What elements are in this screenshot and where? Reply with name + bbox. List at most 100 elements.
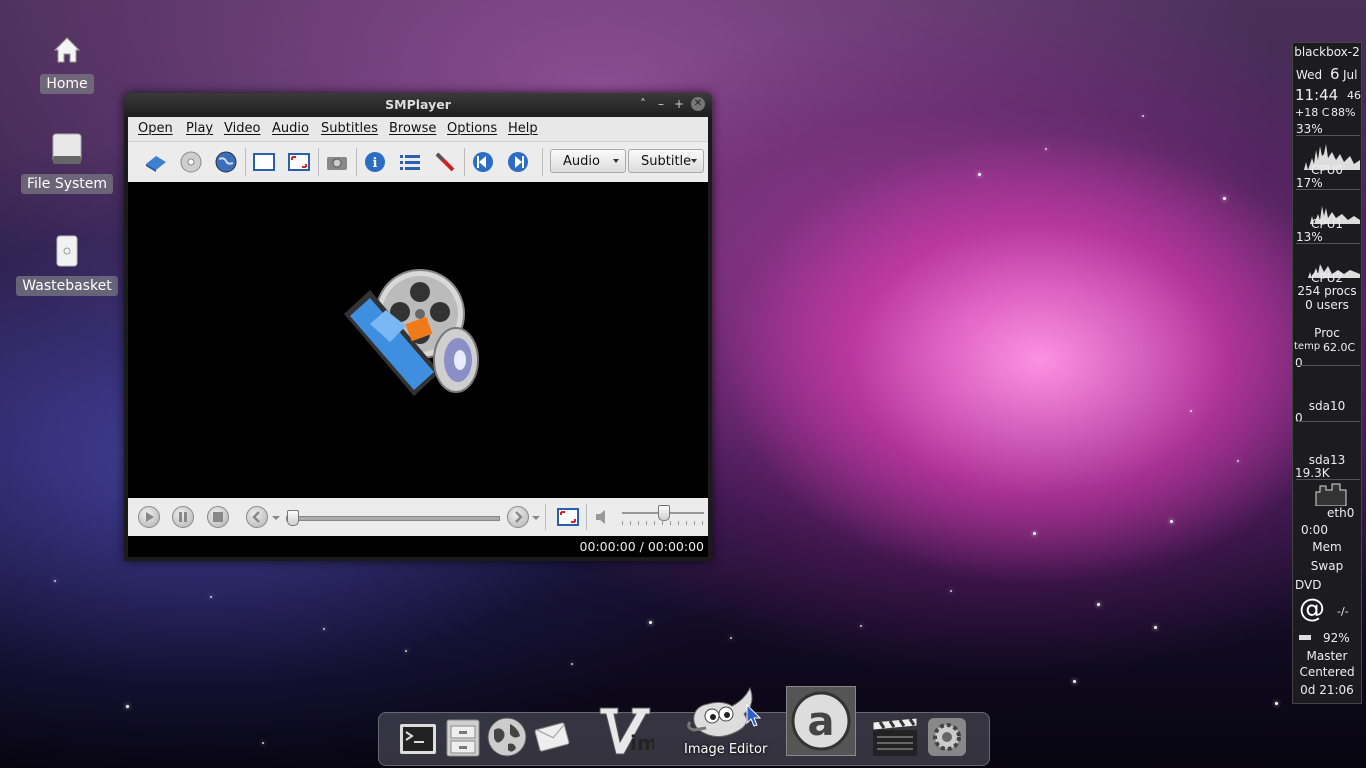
dock-tooltip: Image Editor (684, 742, 768, 757)
mail-count: -/- (1337, 605, 1349, 618)
subtitle-track-dropdown[interactable]: Subtitle (628, 149, 704, 173)
font-manager-icon[interactable]: a (786, 686, 856, 756)
main-toolbar: i Audio Subtitle (128, 141, 708, 183)
open-url-icon[interactable] (214, 151, 238, 173)
menu-open[interactable]: Open (138, 121, 173, 136)
volume-ticks (622, 521, 704, 525)
svg-text:i: i (373, 156, 378, 171)
process-count: 254 procs (1297, 284, 1357, 298)
home-icon (47, 30, 87, 70)
desktop-icon-file-system[interactable]: File System (16, 130, 118, 194)
volume-slider[interactable] (622, 505, 704, 525)
audio-track-dropdown[interactable]: Audio (550, 149, 626, 173)
weekday: Wed (1296, 68, 1323, 82)
disk2-label: sda13 (1308, 453, 1346, 467)
maximize-button[interactable]: + (672, 97, 686, 111)
menu-browse[interactable]: Browse (389, 121, 436, 136)
chevron-down-icon (691, 159, 697, 163)
next-icon[interactable] (506, 151, 530, 173)
window-mode-icon[interactable] (252, 151, 276, 173)
system-settings-icon[interactable] (926, 716, 968, 758)
date-number: 6 (1330, 65, 1340, 83)
proc-label: Proc (1314, 326, 1340, 340)
menu-bar: Open Play Video Audio Subtitles Browse O… (128, 117, 708, 141)
swap-label: Swap (1310, 559, 1344, 573)
open-file-icon[interactable] (144, 151, 168, 173)
disk1-label: sda10 (1308, 399, 1346, 413)
desktop-icon-home[interactable]: Home (16, 30, 118, 94)
volume-handle[interactable] (658, 505, 670, 521)
mixer-label[interactable]: Master (1293, 649, 1361, 663)
info-icon[interactable]: i (363, 151, 387, 173)
window-title: SMPlayer (385, 97, 451, 112)
open-dvd-icon[interactable] (179, 151, 203, 173)
web-browser-icon[interactable] (486, 716, 528, 758)
menu-play[interactable]: Play (186, 121, 213, 136)
fullscreen-toggle-icon[interactable] (556, 506, 580, 528)
menu-video[interactable]: Video (224, 121, 260, 136)
seek-handle[interactable] (287, 510, 299, 526)
previous-icon[interactable] (471, 151, 495, 173)
pause-icon[interactable] (172, 506, 194, 528)
temp-label: temp (1294, 341, 1321, 352)
mouse-cursor-icon (746, 703, 762, 728)
trash-icon (47, 232, 87, 272)
menu-subtitles[interactable]: Subtitles (321, 121, 378, 136)
rewind-menu-chevron-icon[interactable] (272, 516, 280, 520)
user-count: 0 users (1305, 298, 1349, 312)
chevron-down-icon (613, 159, 619, 163)
svg-text:a: a (808, 699, 835, 745)
smplayer-window: SMPlayer ˄ – + ✕ Open Play Video Audio S… (124, 93, 712, 561)
desktop-icon-wastebasket[interactable]: Wastebasket (16, 232, 118, 296)
dvd-label: DVD (1295, 578, 1322, 592)
cpu2-percent: 13% (1296, 230, 1323, 244)
mute-icon[interactable] (592, 507, 612, 527)
video-area[interactable] (128, 182, 708, 498)
clock-seconds: 46 (1347, 89, 1361, 102)
minimize-button[interactable]: – (654, 97, 668, 111)
file-manager-icon[interactable] (443, 716, 483, 758)
uptime-short: 0:00 (1301, 523, 1328, 537)
shade-button[interactable]: ˄ (636, 97, 650, 111)
cpu0-percent: 33% (1296, 122, 1323, 136)
mail-icon[interactable]: @ (1299, 595, 1325, 623)
screenshot-icon[interactable] (325, 151, 349, 173)
temperature-line: +18 C (1295, 106, 1330, 119)
clock: 11:44 (1295, 86, 1339, 104)
close-button[interactable]: ✕ (691, 97, 705, 111)
battery-icon (1299, 635, 1311, 640)
smplayer-logo-icon (336, 264, 486, 414)
play-icon[interactable] (138, 506, 160, 528)
menu-help[interactable]: Help (508, 121, 538, 136)
seek-slider[interactable] (286, 510, 500, 526)
memory-label: Mem (1312, 540, 1342, 554)
month: Jul (1343, 68, 1358, 82)
cpu0-label: CPU0 (1310, 163, 1344, 177)
forward-menu-chevron-icon[interactable] (532, 516, 540, 520)
forward-icon[interactable] (507, 506, 529, 528)
menu-options[interactable]: Options (447, 121, 497, 136)
time-display: 00:00:00 / 00:00:00 (579, 539, 704, 554)
hostname: blackbox-2 (1294, 45, 1360, 59)
rewind-icon[interactable] (246, 506, 268, 528)
menu-audio[interactable]: Audio (272, 121, 309, 136)
desktop-icon-label: Home (40, 74, 94, 94)
drive-icon (47, 130, 87, 170)
mixer-mode[interactable]: Centered (1293, 665, 1361, 679)
playlist-icon[interactable] (398, 151, 422, 173)
video-editor-icon[interactable] (870, 716, 920, 758)
disk2-graph (1296, 421, 1360, 450)
playback-controls (128, 498, 708, 536)
network-value: 19.3K (1295, 466, 1330, 480)
fullscreen-icon[interactable] (287, 151, 311, 173)
stop-icon[interactable] (207, 506, 229, 528)
preferences-icon[interactable] (433, 151, 457, 173)
network-graph (1296, 479, 1360, 507)
title-bar[interactable]: SMPlayer ˄ – + ✕ (124, 93, 712, 117)
cpu1-label: CPU1 (1310, 217, 1344, 231)
mail-client-icon[interactable] (533, 716, 575, 758)
terminal-icon[interactable] (398, 718, 438, 758)
vim-icon[interactable]: im (596, 702, 658, 758)
disk1-graph (1296, 365, 1360, 396)
svg-text:im: im (630, 731, 654, 755)
